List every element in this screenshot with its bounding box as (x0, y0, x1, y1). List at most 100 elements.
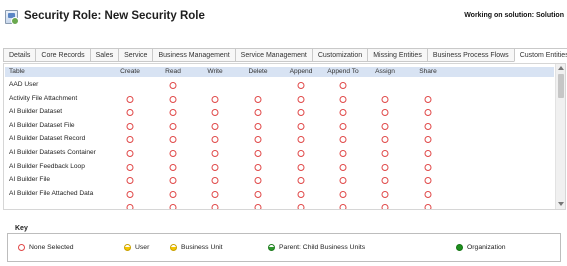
privilege-none-selected-icon[interactable] (211, 163, 219, 171)
tab-bar: Details Core Records Sales Service Business … (3, 48, 567, 62)
vertical-scrollbar[interactable] (555, 64, 565, 209)
privilege-none-selected-icon[interactable] (169, 163, 177, 171)
tab-customization[interactable]: Customization (311, 48, 368, 62)
privilege-none-selected-icon[interactable] (126, 95, 134, 103)
privilege-none-selected-icon[interactable] (339, 122, 347, 130)
scroll-down-arrow-icon[interactable] (558, 202, 564, 206)
privilege-none-selected-icon[interactable] (297, 177, 305, 185)
tab-business-process-flows[interactable]: Business Process Flows (426, 48, 514, 62)
privilege-none-selected-icon[interactable] (424, 95, 432, 103)
privilege-none-selected-icon[interactable] (424, 109, 432, 117)
privilege-none-selected-icon[interactable] (254, 190, 262, 198)
privilege-none-selected-icon[interactable] (126, 190, 134, 198)
privilege-none-selected-icon[interactable] (254, 122, 262, 130)
privilege-none-selected-icon[interactable] (169, 82, 177, 89)
row-table-name: AI Builder File Attached Data (9, 189, 94, 197)
scroll-thumb[interactable] (558, 74, 564, 98)
privilege-none-selected-icon[interactable] (254, 109, 262, 117)
privilege-none-selected-icon[interactable] (126, 109, 134, 117)
privilege-none-selected-icon[interactable] (297, 204, 305, 209)
privilege-none-selected-icon[interactable] (169, 109, 177, 117)
privilege-none-selected-icon[interactable] (211, 204, 219, 209)
privilege-none-selected-icon[interactable] (254, 204, 262, 209)
privilege-none-selected-icon[interactable] (254, 177, 262, 185)
privilege-none-selected-icon[interactable] (169, 204, 177, 209)
privilege-none-selected-icon[interactable] (254, 163, 262, 171)
privilege-none-selected-icon[interactable] (424, 150, 432, 157)
privilege-none-selected-icon[interactable] (126, 136, 134, 144)
privilege-none-selected-icon[interactable] (339, 82, 347, 89)
column-header-append: Append (289, 68, 313, 75)
privilege-none-selected-icon[interactable] (169, 190, 177, 198)
privilege-none-selected-icon[interactable] (211, 177, 219, 185)
privilege-none-selected-icon[interactable] (297, 163, 305, 171)
privilege-none-selected-icon[interactable] (424, 190, 432, 198)
privilege-none-selected-icon[interactable] (339, 136, 347, 144)
privilege-none-selected-icon[interactable] (381, 190, 389, 198)
privilege-none-selected-icon[interactable] (339, 190, 347, 198)
privilege-none-selected-icon[interactable] (169, 95, 177, 103)
privilege-none-selected-icon[interactable] (424, 204, 432, 209)
row-table-name: AI Builder Datasets Container (9, 149, 96, 156)
tab-business-management[interactable]: Business Management (152, 48, 235, 62)
privilege-none-selected-icon[interactable] (169, 150, 177, 157)
privilege-none-selected-icon[interactable] (169, 177, 177, 185)
privilege-none-selected-icon[interactable] (381, 109, 389, 117)
privilege-none-selected-icon[interactable] (297, 109, 305, 117)
privilege-none-selected-icon[interactable] (211, 109, 219, 117)
privilege-none-selected-icon[interactable] (424, 163, 432, 171)
privilege-none-selected-icon[interactable] (424, 136, 432, 144)
privilege-none-selected-icon[interactable] (381, 122, 389, 130)
privilege-none-selected-icon[interactable] (424, 122, 432, 130)
privilege-none-selected-icon[interactable] (254, 136, 262, 144)
privilege-none-selected-icon[interactable] (126, 204, 134, 209)
privilege-none-selected-icon[interactable] (424, 177, 432, 185)
privilege-none-selected-icon[interactable] (381, 177, 389, 185)
privilege-none-selected-icon[interactable] (126, 122, 134, 130)
parent-level-icon (268, 244, 275, 251)
key-item-label: Business Unit (181, 244, 223, 251)
table-row: AAD User (5, 79, 554, 92)
privilege-none-selected-icon[interactable] (126, 150, 134, 157)
tab-sales[interactable]: Sales (89, 48, 119, 62)
privilege-none-selected-icon[interactable] (297, 95, 305, 103)
privilege-none-selected-icon[interactable] (339, 150, 347, 157)
privilege-none-selected-icon[interactable] (297, 122, 305, 130)
privilege-none-selected-icon[interactable] (211, 150, 219, 157)
privilege-none-selected-icon[interactable] (211, 122, 219, 130)
privilege-none-selected-icon[interactable] (126, 177, 134, 185)
privilege-none-selected-icon[interactable] (339, 109, 347, 117)
privilege-none-selected-icon[interactable] (339, 177, 347, 185)
key-title: Key (12, 225, 31, 232)
privilege-none-selected-icon[interactable] (211, 95, 219, 103)
tab-core-records[interactable]: Core Records (35, 48, 90, 62)
privilege-none-selected-icon[interactable] (381, 95, 389, 103)
tab-service-management[interactable]: Service Management (234, 48, 312, 62)
row-table-name: AI Builder Dataset File (9, 121, 75, 129)
table-row (5, 201, 554, 209)
privilege-none-selected-icon[interactable] (381, 136, 389, 144)
privilege-none-selected-icon[interactable] (126, 163, 134, 171)
privilege-none-selected-icon[interactable] (381, 150, 389, 157)
privilege-none-selected-icon[interactable] (211, 190, 219, 198)
privilege-none-selected-icon[interactable] (169, 122, 177, 130)
privilege-none-selected-icon[interactable] (211, 136, 219, 144)
privilege-none-selected-icon[interactable] (297, 150, 305, 157)
privilege-none-selected-icon[interactable] (339, 95, 347, 103)
privilege-none-selected-icon[interactable] (381, 204, 389, 209)
tab-missing-entities[interactable]: Missing Entities (367, 48, 427, 62)
row-table-name: Activity File Attachment (9, 94, 78, 102)
tab-custom-entities[interactable]: Custom Entities (513, 48, 567, 62)
privilege-none-selected-icon[interactable] (381, 163, 389, 171)
privilege-none-selected-icon[interactable] (297, 82, 305, 89)
privilege-none-selected-icon[interactable] (297, 190, 305, 198)
tab-details[interactable]: Details (3, 48, 36, 62)
privilege-none-selected-icon[interactable] (339, 204, 347, 209)
privilege-none-selected-icon[interactable] (254, 95, 262, 103)
tab-service[interactable]: Service (118, 48, 153, 62)
privilege-none-selected-icon[interactable] (254, 150, 262, 157)
privilege-none-selected-icon[interactable] (169, 136, 177, 144)
privilege-none-selected-icon[interactable] (297, 136, 305, 144)
scroll-up-arrow-icon[interactable] (558, 66, 564, 70)
privilege-none-selected-icon[interactable] (339, 163, 347, 171)
